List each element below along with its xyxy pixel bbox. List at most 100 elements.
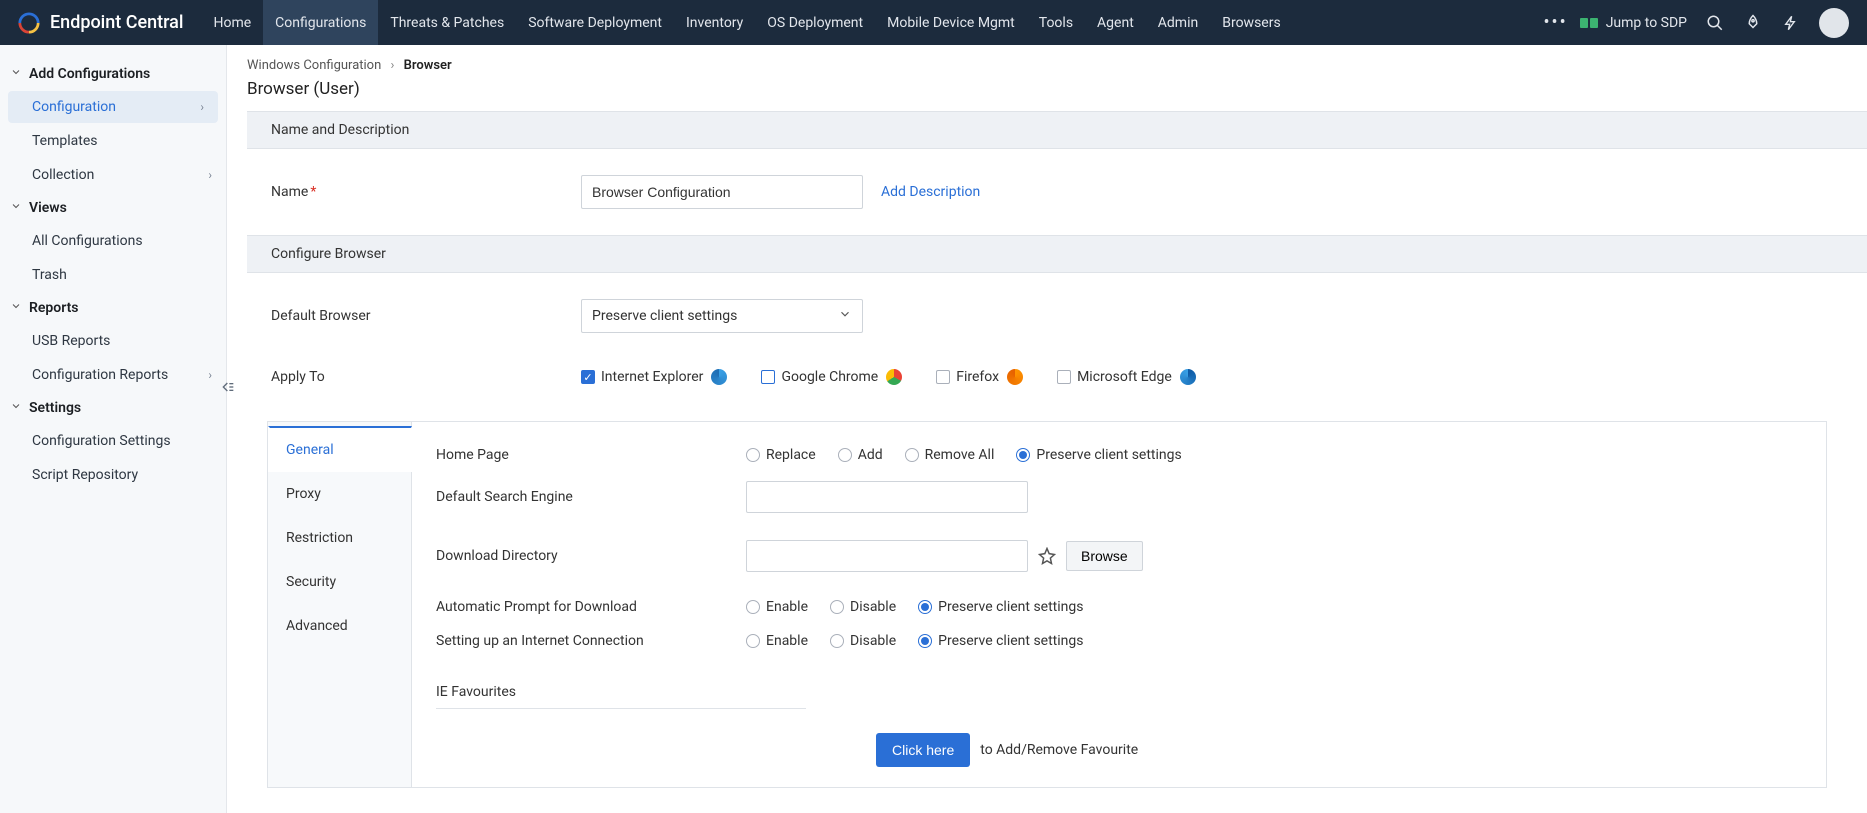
- search-engine-input[interactable]: [746, 481, 1028, 513]
- chevron-down-icon: [10, 200, 24, 216]
- click-here-row: Click here to Add/Remove Favourite: [436, 709, 1806, 767]
- sidebar-item[interactable]: Configuration Settings: [0, 425, 226, 457]
- name-input[interactable]: [581, 175, 863, 209]
- sidebar-group-header[interactable]: Views: [0, 193, 226, 223]
- radio[interactable]: [838, 448, 852, 462]
- ie-favourites-header: IE Favourites: [436, 658, 806, 709]
- panel-tab[interactable]: Restriction: [268, 516, 411, 560]
- add-description-link[interactable]: Add Description: [881, 184, 980, 200]
- sidebar-collapse-icon[interactable]: [216, 375, 240, 399]
- topnav-more-icon[interactable]: •••: [1531, 12, 1579, 33]
- topnav-item[interactable]: Software Deployment: [516, 0, 674, 45]
- row-search-engine: Default Search Engine: [436, 472, 1806, 522]
- apply-to-browser-option[interactable]: Firefox: [936, 369, 1023, 385]
- download-dir-input[interactable]: [746, 540, 1028, 572]
- sidebar-item-label: Trash: [32, 267, 67, 283]
- panel-tab[interactable]: Security: [268, 560, 411, 604]
- radio[interactable]: [918, 600, 932, 614]
- chevron-down-icon: [10, 300, 24, 316]
- radio-option[interactable]: Remove All: [905, 447, 995, 463]
- sidebar-item[interactable]: Script Repository: [0, 459, 226, 491]
- radio-option[interactable]: Preserve client settings: [918, 633, 1083, 649]
- brand[interactable]: Endpoint Central: [0, 12, 201, 34]
- row-internet-conn: Setting up an Internet Connection Enable…: [436, 624, 1806, 658]
- apply-to-browser-option[interactable]: Internet Explorer: [581, 369, 727, 385]
- star-icon[interactable]: [1038, 547, 1056, 565]
- sidebar-item[interactable]: Trash: [0, 259, 226, 291]
- apply-to-browser-option[interactable]: Microsoft Edge: [1057, 369, 1196, 385]
- topbar: Endpoint Central HomeConfigurationsThrea…: [0, 0, 1867, 45]
- internet-conn-label: Setting up an Internet Connection: [436, 633, 746, 649]
- radio[interactable]: [746, 600, 760, 614]
- checkbox[interactable]: [761, 370, 775, 384]
- sidebar-item[interactable]: Configuration›: [8, 91, 218, 123]
- radio-option[interactable]: Preserve client settings: [918, 599, 1083, 615]
- radio-option[interactable]: Disable: [830, 633, 896, 649]
- checkbox[interactable]: [936, 370, 950, 384]
- breadcrumb-parent[interactable]: Windows Configuration: [247, 58, 381, 73]
- topnav-item[interactable]: Tools: [1027, 0, 1085, 45]
- topnav-item[interactable]: Browsers: [1210, 0, 1292, 45]
- sidebar-item[interactable]: Templates: [0, 125, 226, 157]
- section-header-name-desc: Name and Description: [247, 111, 1867, 149]
- sidebar-group-header[interactable]: Settings: [0, 393, 226, 423]
- sidebar-item[interactable]: All Configurations: [0, 225, 226, 257]
- browse-button[interactable]: Browse: [1066, 541, 1143, 571]
- radio[interactable]: [1016, 448, 1030, 462]
- panel-tab[interactable]: General: [268, 426, 412, 472]
- radio[interactable]: [830, 600, 844, 614]
- sidebar-item[interactable]: Collection›: [0, 159, 226, 191]
- radio-label: Preserve client settings: [938, 599, 1083, 615]
- apply-to-browser-option[interactable]: Google Chrome: [761, 369, 902, 385]
- panel-tab[interactable]: Advanced: [268, 604, 411, 648]
- sidebar-item[interactable]: Configuration Reports›: [0, 359, 226, 391]
- radio[interactable]: [918, 634, 932, 648]
- radio-option[interactable]: Enable: [746, 599, 808, 615]
- topnav-item[interactable]: Admin: [1146, 0, 1210, 45]
- sidebar-item-label: Configuration Reports: [32, 367, 168, 383]
- avatar[interactable]: [1819, 8, 1849, 38]
- bolt-icon[interactable]: [1781, 13, 1801, 33]
- topnav-item[interactable]: OS Deployment: [755, 0, 875, 45]
- topnav-item[interactable]: Home: [201, 0, 263, 45]
- browser-icon: [711, 369, 727, 385]
- topnav-item[interactable]: Mobile Device Mgmt: [875, 0, 1027, 45]
- chevron-down-icon: [838, 307, 852, 325]
- radio-option[interactable]: Enable: [746, 633, 808, 649]
- radio-option[interactable]: Disable: [830, 599, 896, 615]
- row-home-page: Home Page ReplaceAddRemove AllPreserve c…: [436, 438, 1806, 472]
- radio[interactable]: [746, 448, 760, 462]
- row-download-dir: Download Directory Browse: [436, 522, 1806, 581]
- sidebar-group-header[interactable]: Reports: [0, 293, 226, 323]
- brand-logo-icon: [18, 12, 40, 34]
- radio[interactable]: [746, 634, 760, 648]
- browser-label: Internet Explorer: [601, 369, 703, 385]
- radio-option[interactable]: Replace: [746, 447, 816, 463]
- sidebar-item[interactable]: USB Reports: [0, 325, 226, 357]
- radio-option[interactable]: Add: [838, 447, 883, 463]
- checkbox[interactable]: [581, 370, 595, 384]
- default-browser-select[interactable]: Preserve client settings: [581, 299, 863, 333]
- rocket-icon[interactable]: [1743, 13, 1763, 33]
- click-here-button[interactable]: Click here: [876, 733, 970, 767]
- checkbox[interactable]: [1057, 370, 1071, 384]
- sidebar-group-header[interactable]: Add Configurations: [0, 59, 226, 89]
- chevron-right-icon: ›: [200, 100, 204, 114]
- topnav-item[interactable]: Inventory: [674, 0, 755, 45]
- jump-to-sdp-link[interactable]: Jump to SDP: [1580, 15, 1687, 31]
- radio-option[interactable]: Preserve client settings: [1016, 447, 1181, 463]
- form-row-apply-to: Apply To Internet ExplorerGoogle ChromeF…: [247, 351, 1867, 403]
- browser-label: Firefox: [956, 369, 999, 385]
- radio[interactable]: [905, 448, 919, 462]
- radio[interactable]: [830, 634, 844, 648]
- chevron-right-icon: ›: [208, 168, 212, 182]
- panel-tab[interactable]: Proxy: [268, 472, 411, 516]
- default-browser-label: Default Browser: [271, 308, 581, 324]
- click-here-text: to Add/Remove Favourite: [980, 742, 1138, 758]
- topnav-item[interactable]: Agent: [1085, 0, 1146, 45]
- topnav-item[interactable]: Configurations: [263, 0, 378, 45]
- download-dir-label: Download Directory: [436, 548, 746, 564]
- sidebar: Add ConfigurationsConfiguration›Template…: [0, 45, 227, 813]
- topnav-item[interactable]: Threats & Patches: [378, 0, 516, 45]
- search-icon[interactable]: [1705, 13, 1725, 33]
